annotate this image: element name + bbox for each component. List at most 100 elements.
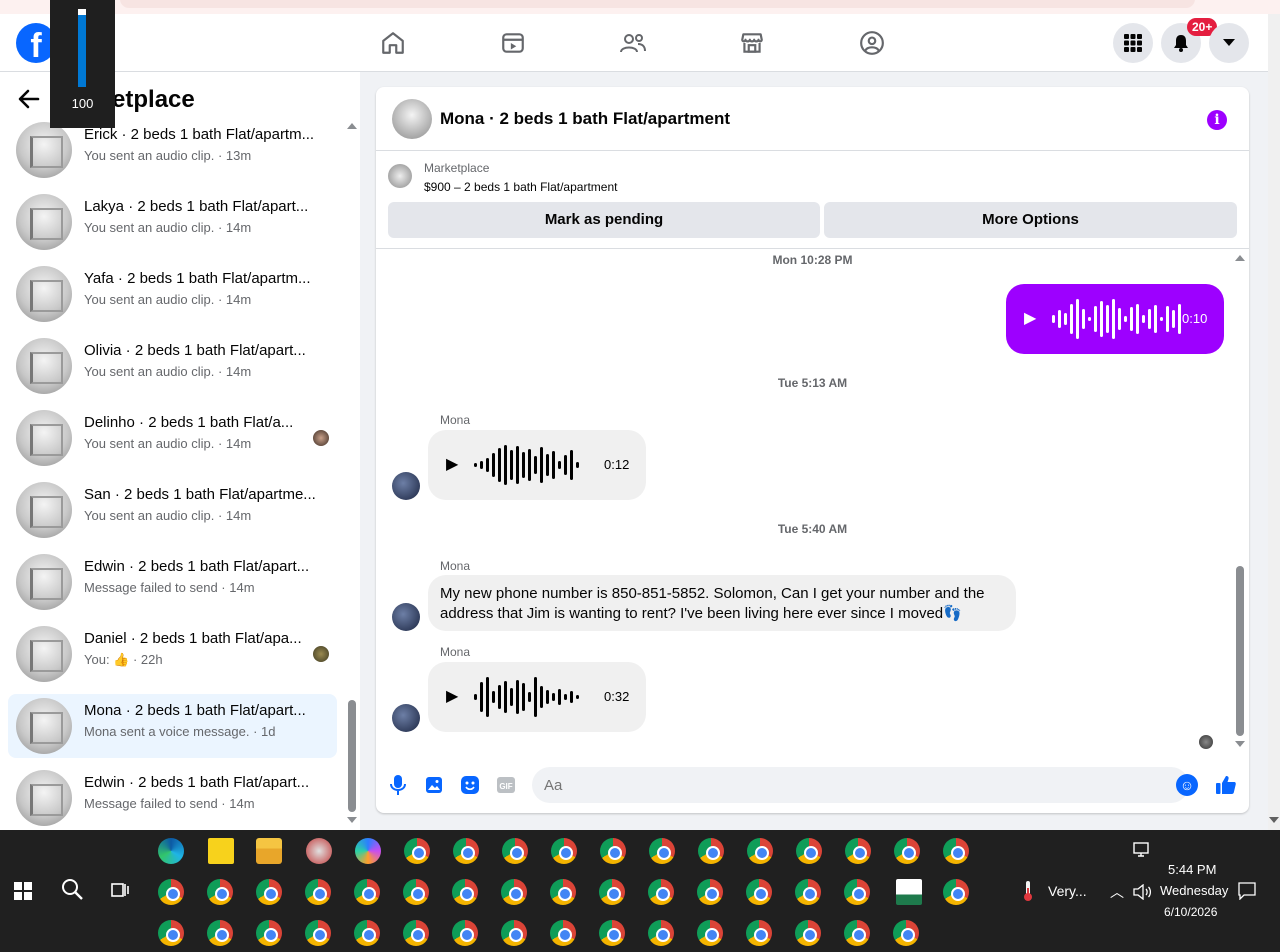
chrome-profile-icon[interactable] xyxy=(600,838,626,864)
home-icon[interactable] xyxy=(378,28,408,58)
search-icon[interactable] xyxy=(60,877,84,907)
scroll-down-icon[interactable] xyxy=(1234,740,1246,748)
info-icon[interactable]: i xyxy=(1207,110,1227,130)
back-arrow-icon[interactable] xyxy=(18,88,40,116)
chrome-profile-icon[interactable] xyxy=(403,920,429,946)
file-explorer-icon[interactable] xyxy=(256,838,282,864)
chrome-profile-icon[interactable] xyxy=(697,879,723,905)
clock-date[interactable]: 6/10/2026 xyxy=(1164,905,1217,919)
clock-time[interactable]: 5:44 PM xyxy=(1168,862,1216,877)
chrome-profile-icon[interactable] xyxy=(550,920,576,946)
thumbs-up-icon[interactable] xyxy=(1214,773,1238,797)
play-icon[interactable]: ▶ xyxy=(1024,308,1036,328)
play-icon[interactable]: ▶ xyxy=(446,686,458,706)
chrome-profile-icon[interactable] xyxy=(746,879,772,905)
chrome-profile-icon[interactable] xyxy=(845,838,871,864)
incoming-audio-message[interactable]: ▶ 0:12 xyxy=(428,430,646,500)
sender-avatar[interactable] xyxy=(392,603,420,631)
chrome-profile-icon[interactable] xyxy=(599,879,625,905)
chrome-profile-icon[interactable] xyxy=(698,838,724,864)
more-options-button[interactable]: More Options xyxy=(824,202,1237,238)
edge-browser-icon[interactable] xyxy=(158,838,184,864)
conversation-item[interactable]: Delinho · 2 beds 1 bath Flat/a... You sen… xyxy=(8,406,337,470)
chrome-profile-icon[interactable] xyxy=(697,920,723,946)
volume-slider[interactable] xyxy=(78,9,86,87)
play-icon[interactable]: ▶ xyxy=(446,454,458,474)
chrome-profile-icon[interactable] xyxy=(452,920,478,946)
scroll-up-icon[interactable] xyxy=(346,122,358,130)
scroll-down-icon[interactable] xyxy=(1268,816,1280,824)
chrome-icon[interactable] xyxy=(404,838,430,864)
menu-grid-icon[interactable] xyxy=(1113,23,1153,63)
notification-center-icon[interactable] xyxy=(1238,882,1256,905)
conversation-item[interactable]: San · 2 beds 1 bath Flat/apartme... You s… xyxy=(8,478,337,542)
conversation-item[interactable]: Lakya · 2 beds 1 bath Flat/apart... You s… xyxy=(8,190,337,254)
address-bar[interactable] xyxy=(120,0,1195,8)
chrome-profile-icon[interactable] xyxy=(158,920,184,946)
mark-as-pending-button[interactable]: Mark as pending xyxy=(388,202,820,238)
chrome-profile-icon[interactable] xyxy=(796,838,822,864)
emoji-icon[interactable]: ☺ xyxy=(1176,774,1198,796)
snipping-tool-icon[interactable] xyxy=(306,838,332,864)
conversation-item[interactable]: Edwin · 2 beds 1 bath Flat/apart... Messa… xyxy=(8,766,337,830)
chrome-profile-icon[interactable] xyxy=(893,920,919,946)
chrome-profile-icon[interactable] xyxy=(354,920,380,946)
chrome-profile-icon[interactable] xyxy=(256,920,282,946)
chrome-profile-icon[interactable] xyxy=(207,920,233,946)
message-input-box[interactable] xyxy=(532,767,1189,803)
incoming-audio-message[interactable]: ▶ 0:32 xyxy=(428,662,646,732)
sticker-icon[interactable] xyxy=(458,773,482,797)
marketplace-icon[interactable] xyxy=(737,28,767,58)
chat-listing-thumbnail[interactable] xyxy=(392,99,432,139)
speaker-icon[interactable] xyxy=(1133,883,1153,905)
microphone-icon[interactable] xyxy=(386,773,410,797)
chrome-profile-icon[interactable] xyxy=(844,920,870,946)
scroll-down-icon[interactable] xyxy=(346,816,358,824)
chrome-profile-icon[interactable] xyxy=(158,879,184,905)
gaming-icon[interactable] xyxy=(857,28,887,58)
chrome-profile-icon[interactable] xyxy=(501,920,527,946)
chrome-profile-icon[interactable] xyxy=(207,879,233,905)
chrome-profile-icon[interactable] xyxy=(943,879,969,905)
chrome-profile-icon[interactable] xyxy=(747,838,773,864)
conversation-item[interactable]: Olivia · 2 beds 1 bath Flat/apart... You … xyxy=(8,334,337,398)
chrome-profile-icon[interactable] xyxy=(453,838,479,864)
chrome-profile-icon[interactable] xyxy=(550,879,576,905)
chrome-profile-icon[interactable] xyxy=(795,920,821,946)
clock-day[interactable]: Wednesday xyxy=(1160,883,1228,898)
chrome-profile-icon[interactable] xyxy=(305,920,331,946)
chrome-profile-icon[interactable] xyxy=(256,879,282,905)
conversation-item[interactable]: Edwin · 2 beds 1 bath Flat/apart... Messa… xyxy=(8,550,337,614)
chrome-profile-icon[interactable] xyxy=(452,879,478,905)
incoming-text-message[interactable]: My new phone number is 850-851-5852. Sol… xyxy=(428,575,1016,631)
windows-start-icon[interactable] xyxy=(14,882,32,900)
window-scrollbar[interactable] xyxy=(1268,14,1280,830)
outgoing-audio-message[interactable]: ▶ 0:10 xyxy=(1006,284,1224,354)
sidebar-scroll-thumb[interactable] xyxy=(348,700,356,812)
account-chevron-down-icon[interactable] xyxy=(1209,23,1249,63)
chrome-profile-icon[interactable] xyxy=(795,879,821,905)
groups-icon[interactable] xyxy=(618,28,648,58)
sidebar-scrollbar[interactable] xyxy=(346,120,358,830)
chrome-profile-icon[interactable] xyxy=(943,838,969,864)
copilot-icon[interactable] xyxy=(355,838,381,864)
chrome-profile-icon[interactable] xyxy=(648,920,674,946)
chrome-profile-icon[interactable] xyxy=(305,879,331,905)
document-app-icon[interactable] xyxy=(896,879,922,905)
thermometer-icon[interactable] xyxy=(1022,880,1034,907)
sender-avatar[interactable] xyxy=(392,472,420,500)
chat-scrollbar[interactable] xyxy=(1233,250,1247,750)
chrome-profile-icon[interactable] xyxy=(551,838,577,864)
conversation-item[interactable]: Daniel · 2 beds 1 bath Flat/apa... You: 👍… xyxy=(8,622,337,686)
chrome-profile-icon[interactable] xyxy=(648,879,674,905)
chrome-profile-icon[interactable] xyxy=(501,879,527,905)
listing-price[interactable]: $900 – 2 beds 1 bath Flat/apartment xyxy=(424,180,617,194)
scroll-up-icon[interactable] xyxy=(1234,254,1246,262)
conversation-item-active[interactable]: Mona · 2 beds 1 bath Flat/apart... Mona s… xyxy=(8,694,337,758)
conversation-item[interactable]: Yafa · 2 beds 1 bath Flat/apartm... You s… xyxy=(8,262,337,326)
sender-avatar[interactable] xyxy=(392,704,420,732)
photo-icon[interactable] xyxy=(422,773,446,797)
chrome-profile-icon[interactable] xyxy=(599,920,625,946)
chrome-profile-icon[interactable] xyxy=(894,838,920,864)
chat-scroll-thumb[interactable] xyxy=(1236,566,1244,736)
